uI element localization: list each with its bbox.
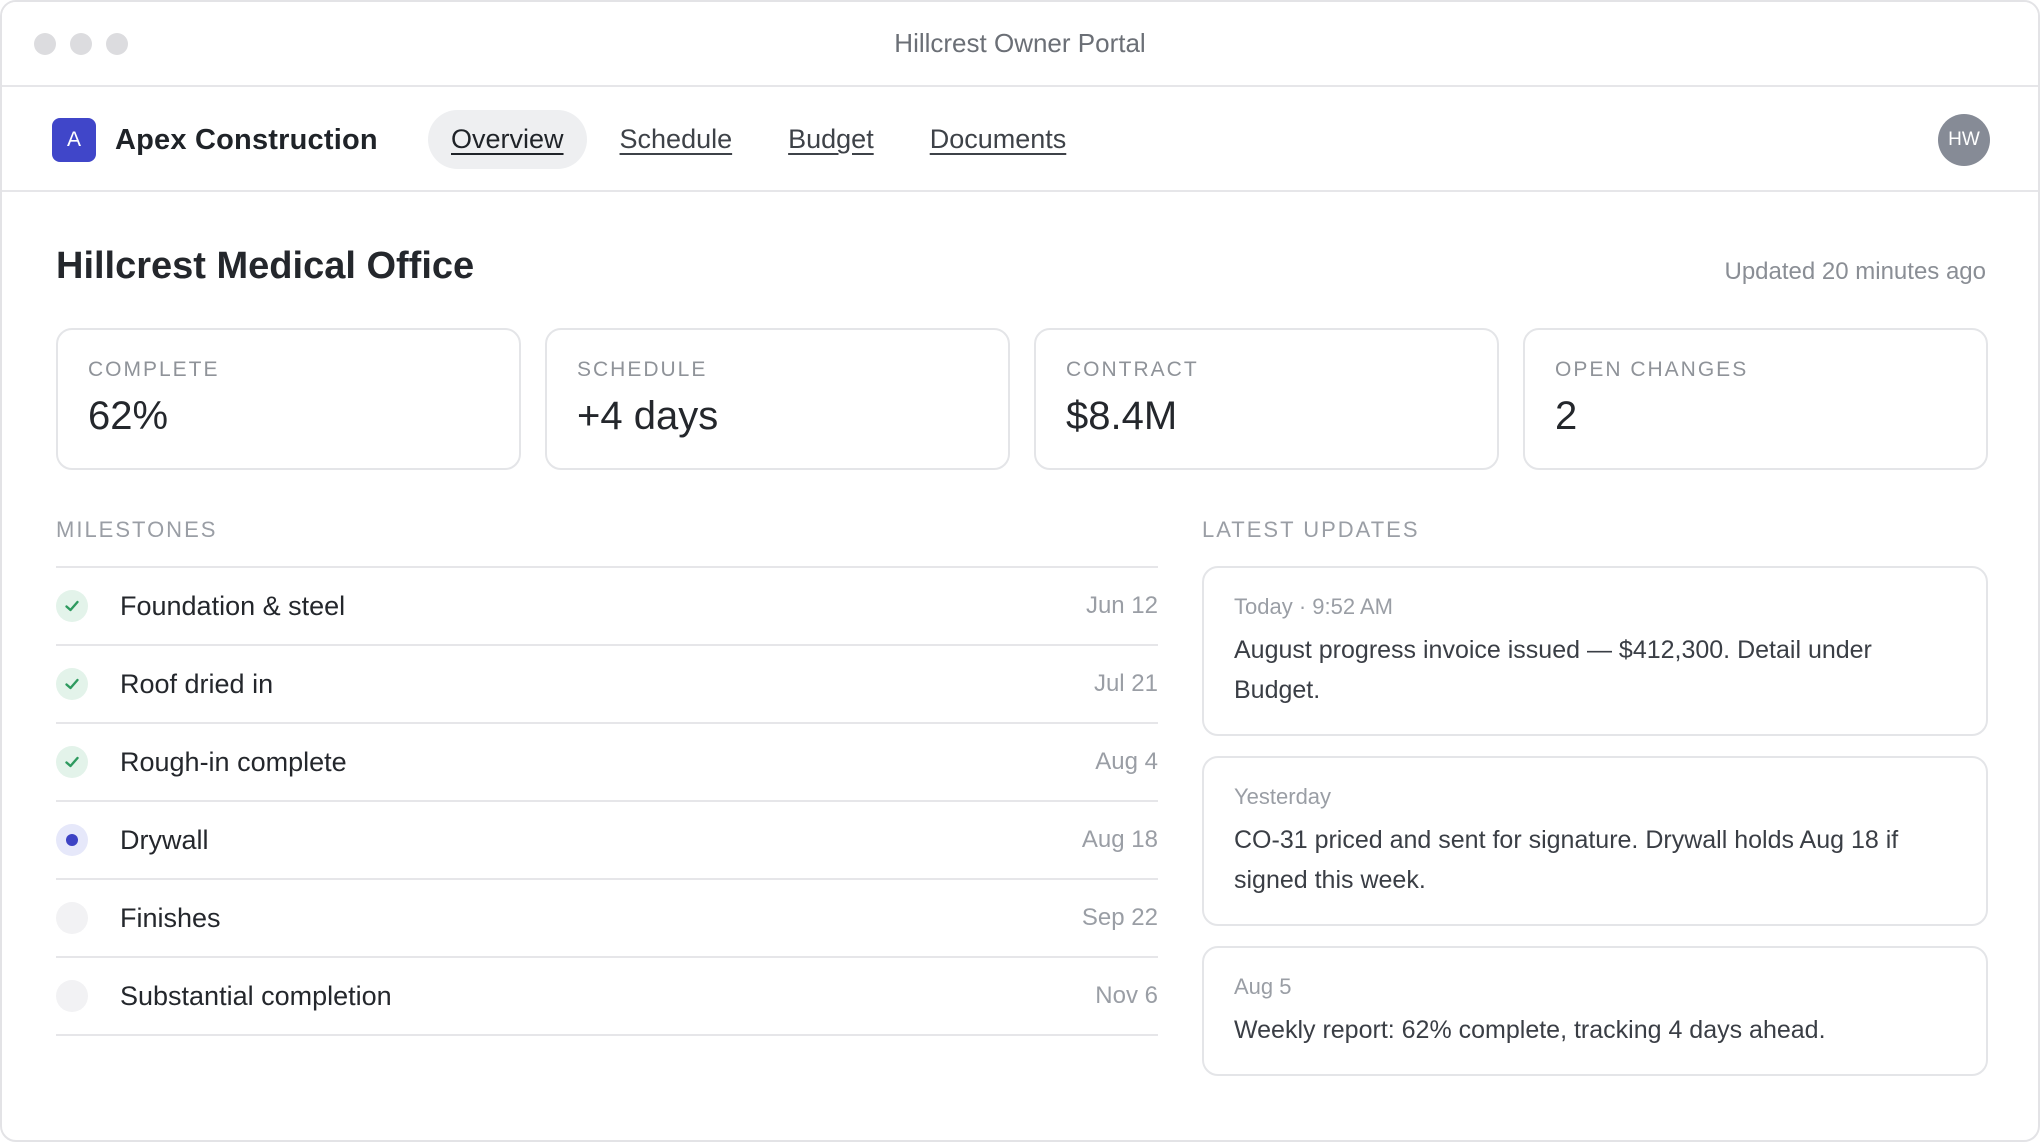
milestone-row: Finishes Sep 22 xyxy=(56,880,1158,958)
app-window: Hillcrest Owner Portal A Apex Constructi… xyxy=(0,0,2040,1142)
milestone-date: Nov 6 xyxy=(1095,982,1158,1009)
stat-card-open-changes: OPEN CHANGES 2 xyxy=(1523,328,1988,470)
stat-label: COMPLETE xyxy=(88,358,220,381)
pending-circle-icon xyxy=(56,902,88,934)
check-icon xyxy=(56,590,88,622)
milestone-name: Foundation & steel xyxy=(120,590,346,621)
stat-card-complete: COMPLETE 62% xyxy=(56,328,521,470)
stat-label: SCHEDULE xyxy=(577,358,708,381)
user-avatar[interactable]: HW xyxy=(1938,114,1990,166)
stat-card-contract: CONTRACT $8.4M xyxy=(1034,328,1499,470)
update-card[interactable]: Yesterday CO-31 priced and sent for sign… xyxy=(1202,756,1988,926)
milestone-date: Aug 4 xyxy=(1095,748,1158,775)
milestone-date: Jul 21 xyxy=(1093,670,1158,697)
milestone-row: Foundation & steel Jun 12 xyxy=(56,568,1158,646)
page-title: Hillcrest Medical Office xyxy=(56,245,475,287)
updates-list: Today · 9:52 AM August progress invoice … xyxy=(1202,566,1988,1096)
nav-tabs: Overview Schedule Budget Documents xyxy=(428,110,1099,169)
window-title: Hillcrest Owner Portal xyxy=(894,28,1146,58)
pending-circle-icon xyxy=(56,980,88,1012)
update-card[interactable]: Today · 9:52 AM August progress invoice … xyxy=(1202,566,1988,736)
milestone-date: Sep 22 xyxy=(1081,904,1158,931)
milestone-row: Rough-in complete Aug 4 xyxy=(56,724,1158,802)
app-nav: A Apex Construction Overview Schedule Bu… xyxy=(2,87,2038,192)
stat-value: 62% xyxy=(88,394,169,438)
tab-budget[interactable]: Budget xyxy=(765,110,897,169)
milestone-name: Substantial completion xyxy=(120,980,392,1011)
in-progress-dot-icon xyxy=(56,824,88,856)
stat-card-schedule: SCHEDULE +4 days xyxy=(545,328,1010,470)
stat-cards: COMPLETE 62% SCHEDULE +4 days CONTRACT $… xyxy=(56,328,1988,470)
brand-logo: A xyxy=(52,118,96,162)
tab-schedule[interactable]: Schedule xyxy=(597,110,756,169)
milestone-name: Rough-in complete xyxy=(120,746,347,777)
update-text: CO-31 priced and sent for signature. Dry… xyxy=(1234,826,1899,894)
update-time: Aug 5 xyxy=(1234,974,1292,999)
stat-value: 2 xyxy=(1555,394,1578,438)
update-time: Yesterday xyxy=(1234,784,1332,809)
milestone-row: Drywall Aug 18 xyxy=(56,802,1158,880)
updated-timestamp: Updated 20 minutes ago xyxy=(1724,258,1986,285)
milestones-heading: MILESTONES xyxy=(56,517,218,542)
stat-value: +4 days xyxy=(577,394,719,438)
milestones-list: Foundation & steel Jun 12 Roof dried in … xyxy=(56,566,1158,1036)
stat-label: CONTRACT xyxy=(1066,358,1199,381)
title-bar: Hillcrest Owner Portal xyxy=(2,2,2038,87)
update-text: Weekly report: 62% complete, tracking 4 … xyxy=(1234,1016,1826,1044)
tab-documents[interactable]: Documents xyxy=(907,110,1090,169)
check-icon xyxy=(56,746,88,778)
milestone-row: Roof dried in Jul 21 xyxy=(56,646,1158,724)
brand[interactable]: A Apex Construction xyxy=(52,118,378,162)
milestone-name: Drywall xyxy=(120,824,209,855)
updates-heading: LATEST UPDATES xyxy=(1202,517,1420,542)
stat-label: OPEN CHANGES xyxy=(1555,358,1749,381)
check-icon xyxy=(56,668,88,700)
tab-overview[interactable]: Overview xyxy=(428,110,587,169)
stat-value: $8.4M xyxy=(1066,394,1178,438)
brand-name: Apex Construction xyxy=(115,123,378,156)
update-time: Today · 9:52 AM xyxy=(1234,594,1393,619)
milestone-row: Substantial completion Nov 6 xyxy=(56,958,1158,1036)
milestone-date: Jun 12 xyxy=(1085,592,1158,619)
milestone-name: Roof dried in xyxy=(120,668,274,699)
update-text: August progress invoice issued — $412,30… xyxy=(1234,636,1872,704)
update-card[interactable]: Aug 5 Weekly report: 62% complete, track… xyxy=(1202,946,1988,1076)
milestone-name: Finishes xyxy=(120,902,221,933)
milestone-date: Aug 18 xyxy=(1081,826,1158,853)
